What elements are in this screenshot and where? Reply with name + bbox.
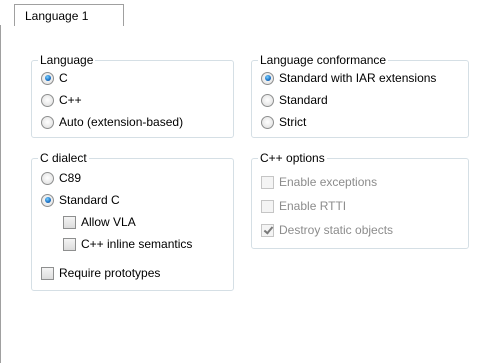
conformance-option-iar[interactable]: Standard with IAR extensions	[261, 69, 436, 87]
tab-panel: Language C C++ Auto (extension-based) La…	[0, 25, 486, 363]
language-group-title: Language	[38, 53, 96, 67]
destroy-static-label: Destroy static objects	[279, 223, 394, 237]
conformance-group: Language conformance Standard with IAR e…	[251, 53, 469, 138]
require-prototypes-checkbox[interactable]: Require prototypes	[41, 264, 160, 282]
language-option-cpp[interactable]: C++	[41, 91, 82, 109]
language-option-c-label: C	[59, 71, 68, 85]
enable-rtti-label: Enable RTTI	[279, 199, 347, 213]
radio-auto[interactable]	[41, 115, 54, 129]
destroy-static-box[interactable]	[261, 223, 274, 237]
radio-c89[interactable]	[41, 171, 54, 185]
radio-cpp[interactable]	[41, 93, 54, 107]
conformance-option-standard[interactable]: Standard	[261, 91, 328, 109]
tab-language-1[interactable]: Language 1	[14, 4, 124, 26]
language-option-auto-label: Auto (extension-based)	[59, 115, 184, 129]
radio-standard-c[interactable]	[41, 193, 54, 207]
c-dialect-group-title: C dialect	[38, 151, 89, 165]
tab-label: Language 1	[25, 9, 89, 23]
allow-vla-label: Allow VLA	[81, 215, 136, 229]
require-prototypes-label: Require prototypes	[59, 266, 161, 280]
cpp-inline-checkbox[interactable]: C++ inline semantics	[63, 235, 192, 253]
enable-rtti-checkbox[interactable]: Enable RTTI	[261, 197, 346, 215]
allow-vla-box[interactable]	[63, 215, 76, 229]
dialect-option-c89[interactable]: C89	[41, 169, 81, 187]
cpp-options-group-title: C++ options	[258, 151, 327, 165]
destroy-static-checkbox[interactable]: Destroy static objects	[261, 221, 393, 239]
cpp-inline-label: C++ inline semantics	[81, 237, 193, 251]
conformance-option-strict[interactable]: Strict	[261, 113, 306, 131]
conformance-option-standard-label: Standard	[279, 93, 328, 107]
radio-standard-iar[interactable]	[261, 71, 274, 85]
radio-strict[interactable]	[261, 115, 274, 129]
enable-exceptions-checkbox[interactable]: Enable exceptions	[261, 173, 377, 191]
conformance-option-iar-label: Standard with IAR extensions	[279, 71, 437, 85]
conformance-option-strict-label: Strict	[279, 115, 307, 129]
language-option-auto[interactable]: Auto (extension-based)	[41, 113, 183, 131]
cpp-inline-box[interactable]	[63, 237, 76, 251]
dialect-option-c89-label: C89	[59, 171, 82, 185]
radio-standard[interactable]	[261, 93, 274, 107]
enable-exceptions-box[interactable]	[261, 175, 274, 189]
language-option-cpp-label: C++	[59, 93, 82, 107]
language-group: Language C C++ Auto (extension-based)	[31, 53, 234, 138]
c-dialect-group: C dialect C89 Standard C Allow VLA C++ i…	[31, 151, 234, 291]
language-option-c[interactable]: C	[41, 69, 68, 87]
conformance-group-title: Language conformance	[258, 53, 389, 67]
allow-vla-checkbox[interactable]: Allow VLA	[63, 213, 136, 231]
dialect-option-standard-c[interactable]: Standard C	[41, 191, 120, 209]
enable-exceptions-label: Enable exceptions	[279, 175, 378, 189]
require-prototypes-box[interactable]	[41, 266, 54, 280]
dialect-option-standard-c-label: Standard C	[59, 193, 120, 207]
cpp-options-group: C++ options Enable exceptions Enable RTT…	[251, 151, 469, 249]
radio-c[interactable]	[41, 71, 54, 85]
enable-rtti-box[interactable]	[261, 199, 274, 213]
